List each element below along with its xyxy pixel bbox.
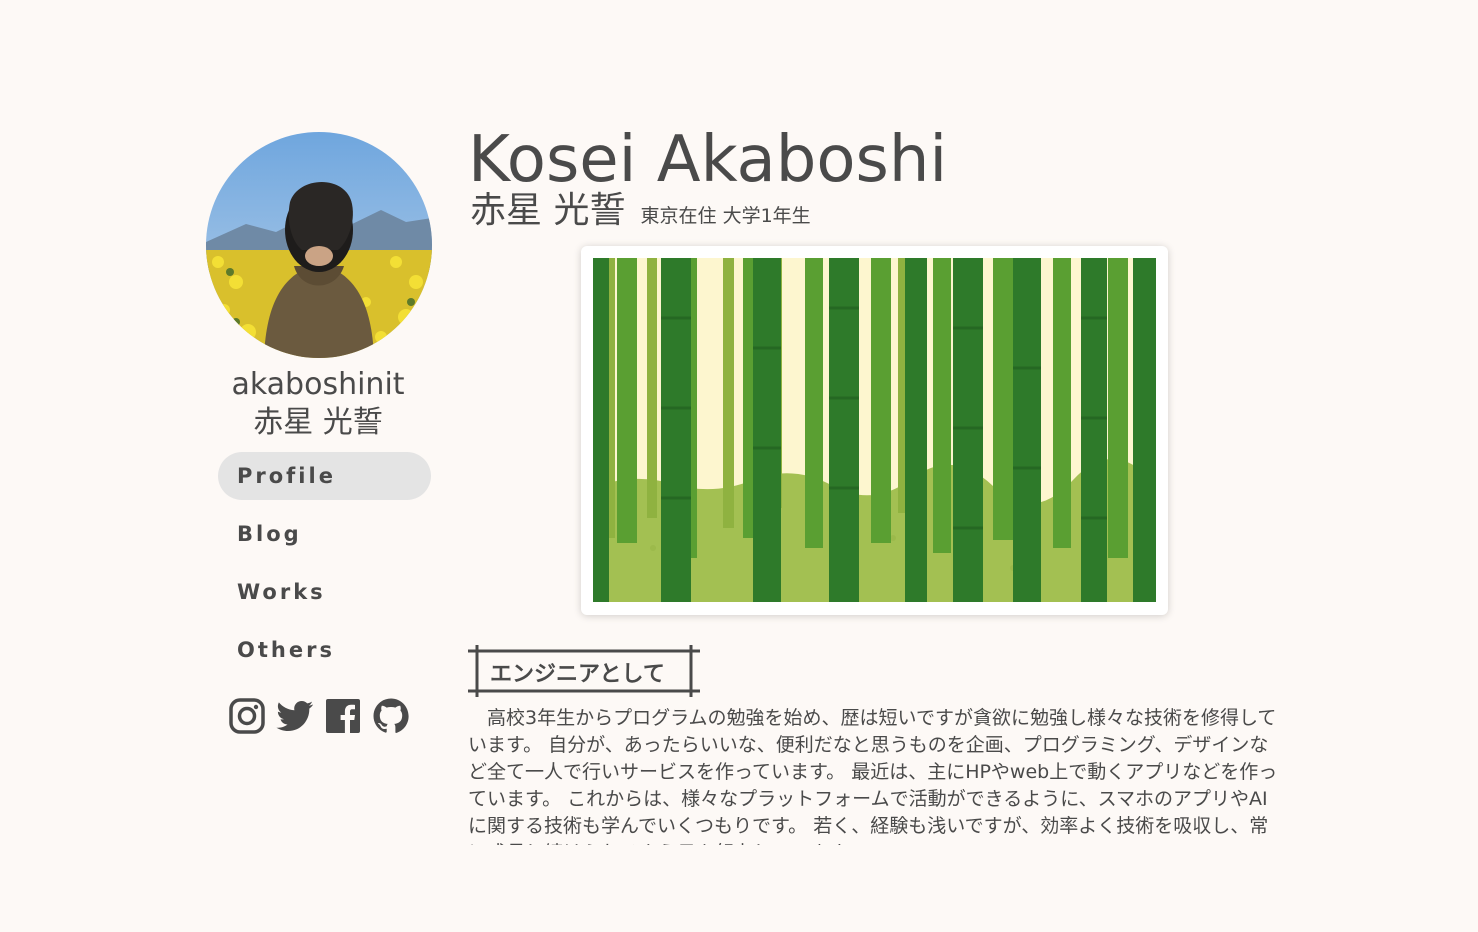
location-status: 東京在住 大学1年生: [640, 205, 811, 227]
section-body-text: 高校3年生からプログラムの勉強を始め、歴は短いですが貪欲に勉強し様々な技術を修得…: [468, 707, 1278, 845]
nav-item-works[interactable]: Works: [218, 568, 431, 616]
name-english: Kosei Akaboshi: [468, 123, 948, 197]
social-links: [228, 697, 410, 735]
section-heading-text: エンジニアとして: [490, 662, 665, 687]
nav-item-blog[interactable]: Blog: [218, 510, 431, 558]
instagram-icon[interactable]: [228, 697, 266, 735]
avatar: [206, 132, 432, 358]
username: akaboshinit: [231, 367, 405, 402]
section-body: 高校3年生からプログラムの勉強を始め、歴は短いですが貪欲に勉強し様々な技術を修得…: [468, 705, 1283, 845]
nav-item-profile[interactable]: Profile: [218, 452, 431, 500]
name-row: 赤星 光誓 東京在住 大学1年生: [470, 190, 811, 232]
section-heading: エンジニアとして: [468, 645, 700, 697]
github-icon[interactable]: [372, 697, 410, 735]
nav-item-others[interactable]: Others: [218, 626, 431, 674]
name-japanese: 赤星 光誓: [470, 190, 626, 231]
bamboo-forest-image: [593, 258, 1156, 602]
sidebar-name-ja: 赤星 光誓: [253, 405, 383, 440]
twitter-icon[interactable]: [276, 697, 314, 735]
facebook-icon[interactable]: [324, 697, 362, 735]
profile-page: akaboshinit 赤星 光誓 Profile Blog Works Oth…: [0, 0, 1478, 932]
hero-image-card: [581, 246, 1168, 615]
sidebar-nav: Profile Blog Works Others: [218, 452, 431, 684]
